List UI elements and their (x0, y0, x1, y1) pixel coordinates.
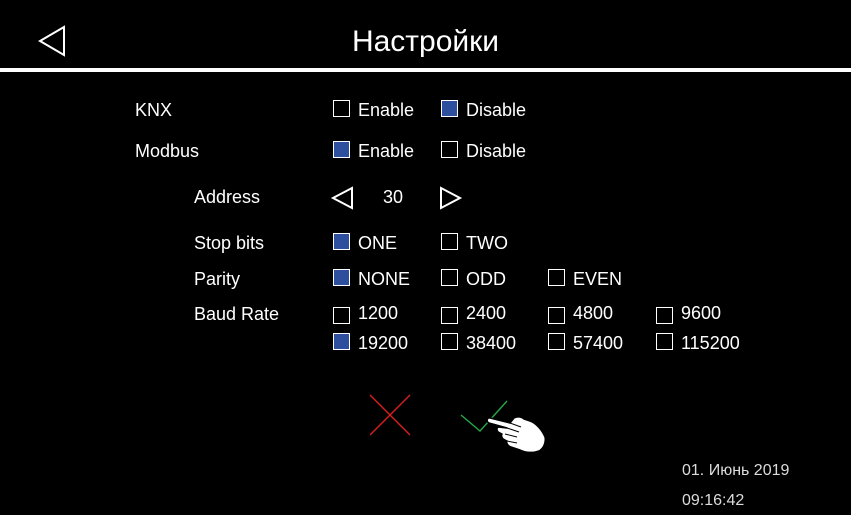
checkbox-box (333, 100, 350, 117)
option-label: 19200 (358, 333, 409, 353)
baud-57400-checkbox[interactable]: 57400 (548, 332, 643, 354)
right-triangle-icon (440, 186, 463, 210)
checkbox-box (656, 333, 673, 350)
option-label: Enable (358, 100, 415, 120)
checkbox-box (548, 333, 565, 350)
checkbox-box (333, 141, 350, 158)
cancel-x-icon (369, 394, 411, 436)
footer-time: 09:16:42 (682, 492, 745, 509)
baud-19200-checkbox[interactable]: 19200 (333, 332, 428, 354)
modbus-label: Modbus (135, 141, 200, 161)
checkbox-box (333, 333, 350, 350)
baud-115200-checkbox[interactable]: 115200 (656, 332, 766, 354)
cancel-button[interactable] (367, 392, 413, 438)
option-label: 1200 (358, 303, 399, 323)
baud-2400-checkbox[interactable]: 2400 (441, 303, 531, 328)
stop-bits-label: Stop bits (194, 233, 265, 253)
option-label: 9600 (681, 303, 722, 323)
parity-none-checkbox[interactable]: NONE (333, 268, 423, 290)
option-label: 115200 (681, 333, 740, 353)
checkbox-box (333, 269, 350, 286)
parity-even-checkbox[interactable]: EVEN (548, 268, 633, 290)
option-label: EVEN (573, 269, 623, 289)
checkbox-box (548, 269, 565, 286)
baud-1200-checkbox[interactable]: 1200 (333, 303, 423, 328)
option-label: ONE (358, 233, 398, 253)
option-label: 38400 (466, 333, 517, 353)
knx-label: KNX (135, 100, 173, 120)
modbus-disable-checkbox[interactable]: Disable (441, 140, 541, 162)
parity-label: Parity (194, 269, 241, 289)
stop-bits-two-checkbox[interactable]: TWO (441, 232, 521, 254)
checkbox-box (548, 307, 565, 324)
checkbox-box (441, 141, 458, 158)
footer-date: 01. Июнь 2019 (682, 462, 790, 479)
header-bar: Настройки (0, 0, 851, 68)
option-label: TWO (466, 233, 508, 253)
address-decrement-button[interactable] (330, 186, 356, 210)
address-increment-button[interactable] (437, 186, 463, 210)
baud-38400-checkbox[interactable]: 38400 (441, 332, 536, 354)
page-title: Настройки (351, 25, 500, 58)
knx-disable-checkbox[interactable]: Disable (441, 99, 541, 121)
parity-odd-checkbox[interactable]: ODD (441, 268, 521, 290)
checkbox-box (441, 269, 458, 286)
checkbox-box (441, 333, 458, 350)
pointing-hand-icon (484, 404, 550, 456)
knx-enable-checkbox[interactable]: Enable (333, 99, 428, 121)
header-divider (0, 68, 851, 72)
checkbox-box (656, 307, 673, 324)
option-label: 4800 (573, 303, 614, 323)
checkbox-box (441, 233, 458, 250)
checkbox-box (333, 307, 350, 324)
option-label: 57400 (573, 333, 624, 353)
baud-9600-checkbox[interactable]: 9600 (656, 303, 756, 328)
left-triangle-icon (330, 186, 353, 210)
option-label: NONE (358, 269, 411, 289)
option-label: Disable (466, 141, 527, 161)
address-label: Address (194, 187, 261, 207)
checkbox-box (333, 233, 350, 250)
option-label: Disable (466, 100, 527, 120)
checkbox-box (441, 100, 458, 117)
option-label: 2400 (466, 303, 507, 323)
stop-bits-one-checkbox[interactable]: ONE (333, 232, 413, 254)
baud-rate-label: Baud Rate (194, 304, 280, 324)
option-label: Enable (358, 141, 415, 161)
baud-4800-checkbox[interactable]: 4800 (548, 303, 638, 328)
modbus-enable-checkbox[interactable]: Enable (333, 140, 428, 162)
option-label: ODD (466, 269, 506, 289)
checkbox-box (441, 307, 458, 324)
address-value: 30 (382, 187, 404, 207)
